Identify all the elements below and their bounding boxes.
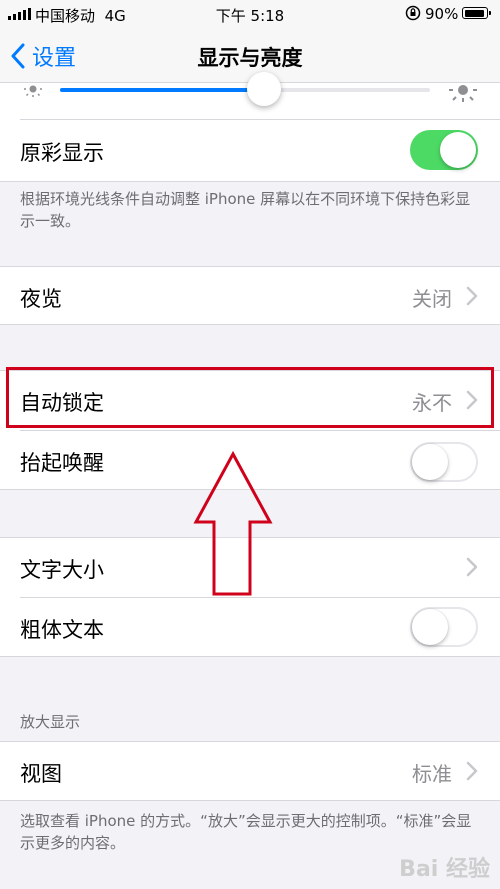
orientation-lock-icon — [405, 5, 421, 21]
text-size-label: 文字大小 — [20, 558, 104, 582]
zoom-group: 视图 标准 — [0, 741, 500, 801]
chevron-right-icon — [466, 557, 478, 577]
chevron-right-icon — [466, 761, 478, 781]
raise-to-wake-label: 抬起唤醒 — [20, 451, 104, 475]
toggle-knob — [412, 609, 448, 645]
true-tone-toggle[interactable] — [410, 130, 478, 170]
toggle-knob — [412, 444, 448, 480]
zoom-view-value: 标准 — [412, 762, 452, 786]
zoom-view-label: 视图 — [20, 762, 62, 786]
brightness-row — [0, 72, 500, 119]
toggle-knob — [440, 132, 476, 168]
watermark: Bai 经验 — [399, 857, 490, 882]
night-shift-value: 关闭 — [412, 287, 452, 311]
night-shift-group: 夜览 关闭 — [0, 266, 500, 325]
bold-text-toggle[interactable] — [410, 607, 478, 647]
brightness-thumb[interactable] — [246, 72, 281, 106]
night-shift-row[interactable]: 夜览 关闭 — [0, 267, 500, 325]
zoom-footer: 选取查看 iPhone 的方式。“放大”会显示更大的控制项。“标准”会显示更多的… — [20, 812, 472, 852]
page-title: 显示与亮度 — [197, 46, 303, 70]
status-bar: 中国移动 4G 下午 5:18 90% — [0, 0, 500, 28]
bold-text-label: 粗体文本 — [20, 618, 104, 642]
night-shift-label: 夜览 — [20, 287, 62, 311]
brightness-track[interactable] — [60, 72, 430, 106]
navigation-bar: 设置 显示与亮度 — [0, 28, 500, 83]
zoom-section-header: 放大显示 — [20, 713, 81, 731]
true-tone-label: 原彩显示 — [20, 141, 104, 165]
divider — [20, 119, 500, 120]
zoom-view-row[interactable]: 视图 标准 — [0, 742, 500, 800]
chevron-right-icon — [466, 286, 478, 306]
sun-small-icon — [24, 85, 42, 97]
brightness-fill — [60, 88, 264, 92]
true-tone-row: 原彩显示 — [0, 119, 500, 182]
battery-percent: 90% — [425, 5, 459, 23]
battery-icon — [462, 7, 491, 19]
sun-large-icon — [449, 85, 477, 102]
bold-text-row: 粗体文本 — [0, 598, 500, 656]
raise-to-wake-toggle[interactable] — [410, 442, 478, 482]
true-tone-footer: 根据环境光线条件自动调整 iPhone 屏幕以在不同环境下保持色彩显示一致。 — [20, 190, 471, 230]
arrow-up-icon — [193, 450, 273, 596]
highlight-box — [6, 367, 494, 428]
